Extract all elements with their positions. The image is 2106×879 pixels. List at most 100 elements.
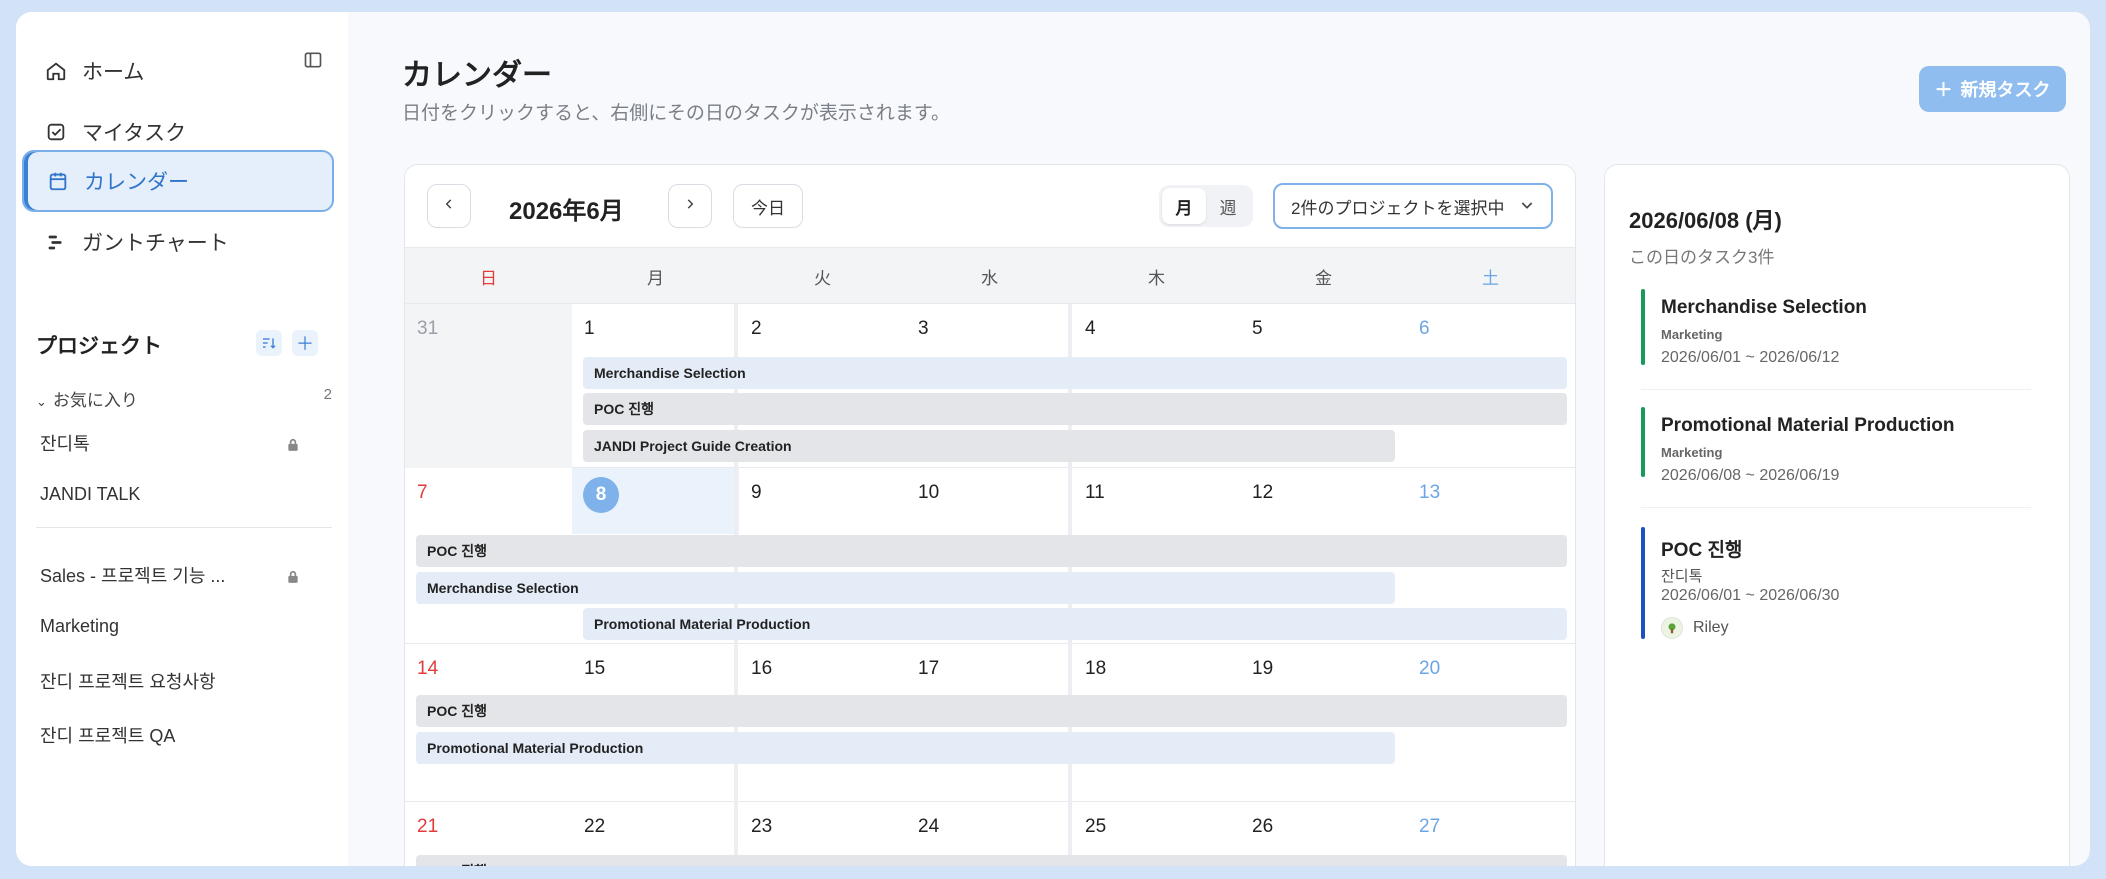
sort-icon[interactable] — [256, 330, 282, 356]
day-number[interactable]: 26 — [1252, 816, 1273, 838]
add-project-icon[interactable]: ＋ — [292, 330, 318, 356]
calendar-card: 2026年6月 今日 月 週 2件のプロジェクトを選択中 日 月 火 水 木 金… — [404, 164, 1576, 866]
day-number[interactable]: 3 — [918, 318, 929, 340]
chevron-down-icon: ⌄ — [36, 394, 47, 409]
view-month-tab[interactable]: 月 — [1162, 188, 1206, 224]
project-item[interactable]: Marketing — [40, 616, 300, 637]
favorites-count: 2 — [323, 386, 332, 403]
project-item[interactable]: 잔디 프로젝트 요청사항 — [40, 668, 300, 694]
sidebar-item-label: マイタスク — [82, 122, 187, 145]
sidebar-divider — [36, 527, 332, 528]
task-bar[interactable]: POC 진행 — [416, 535, 1567, 567]
favorites-toggle[interactable]: ⌄ お気に入り 2 — [36, 386, 332, 411]
day-number[interactable]: 21 — [417, 816, 438, 838]
today-button[interactable]: 今日 — [733, 184, 803, 228]
day-number[interactable]: 19 — [1252, 658, 1273, 680]
day-number[interactable]: 6 — [1419, 318, 1430, 340]
lock-icon — [286, 436, 300, 451]
day-number[interactable]: 7 — [417, 482, 428, 504]
project-name: 잔디톡 — [40, 434, 90, 454]
day-number[interactable]: 5 — [1252, 318, 1263, 340]
task-count: この日のタスク3件 — [1629, 248, 1775, 267]
task-title: Promotional Material Production — [1661, 415, 1955, 436]
weekday-label: 金 — [1315, 269, 1332, 288]
page-title: カレンダー — [402, 59, 552, 92]
day-number[interactable]: 18 — [1085, 658, 1106, 680]
task-bar[interactable]: Merchandise Selection — [583, 357, 1567, 389]
weekday-label: 日 — [480, 269, 497, 288]
chevron-right-icon — [683, 197, 697, 216]
task-assignee: Riley — [1661, 617, 1729, 639]
task-project: Marketing — [1661, 327, 1723, 342]
task-project: 잔디톡 — [1661, 568, 1703, 585]
project-actions: ＋ — [256, 330, 318, 356]
task-accent — [1641, 289, 1645, 365]
calendar-week: 31 1 2 3 4 5 6 Merchandise Selection POC… — [405, 304, 1575, 468]
task-bar[interactable]: Promotional Material Production — [416, 732, 1395, 764]
task-accent — [1641, 527, 1645, 639]
app-window: ホーム マイタスク カレンダー ガントチャート プロジェクト ＋ ⌄ お気に入り… — [16, 12, 2090, 866]
project-name: Marketing — [40, 616, 120, 636]
project-item[interactable]: JANDI TALK — [40, 484, 300, 505]
project-item[interactable]: 잔디 프로젝트 QA — [40, 722, 300, 748]
next-month-button[interactable] — [668, 184, 712, 228]
favorites-label: お気に入り — [52, 391, 138, 410]
sidebar-item-home[interactable]: ホーム — [22, 40, 334, 102]
lock-icon — [286, 568, 300, 583]
day-number[interactable]: 15 — [584, 658, 605, 680]
task-bar[interactable]: Merchandise Selection — [416, 572, 1395, 604]
task-bar[interactable]: Promotional Material Production — [583, 608, 1567, 640]
task-bar[interactable]: POC 진행 — [416, 855, 1567, 866]
day-number[interactable]: 22 — [584, 816, 605, 838]
day-number[interactable]: 12 — [1252, 482, 1273, 504]
sidebar-item-gantt[interactable]: ガントチャート — [22, 211, 334, 273]
day-number[interactable]: 25 — [1085, 816, 1106, 838]
task-card[interactable]: POC 진행 잔디톡 2026/06/01 ~ 2026/06/30 Riley — [1641, 527, 2031, 647]
sidebar-item-label: ガントチャート — [82, 232, 229, 255]
project-name: 잔디 프로젝트 요청사항 — [40, 672, 216, 692]
calendar-week: 14 15 16 17 18 19 20 POC 진행 Promotional … — [405, 644, 1575, 802]
day-number[interactable]: 17 — [918, 658, 939, 680]
day-number[interactable]: 14 — [417, 658, 438, 680]
project-item[interactable]: 잔디톡 — [40, 430, 300, 456]
project-item[interactable]: Sales - 프로젝트 기능 ... — [40, 562, 300, 588]
avatar — [1661, 617, 1683, 639]
sidebar-collapse-icon[interactable] — [303, 50, 325, 72]
project-select[interactable]: 2件のプロジェクトを選択中 — [1273, 183, 1553, 229]
day-number[interactable]: 16 — [751, 658, 772, 680]
weekday-label: 木 — [1148, 269, 1165, 288]
day-number[interactable]: 27 — [1419, 816, 1440, 838]
day-number[interactable]: 24 — [918, 816, 939, 838]
day-number[interactable]: 10 — [918, 482, 939, 504]
plus-icon: ＋ — [1934, 80, 1953, 100]
prev-month-button[interactable] — [427, 184, 471, 228]
day-number[interactable]: 31 — [417, 318, 438, 340]
calendar-week: 21 22 23 24 25 26 27 POC 진행 — [405, 802, 1575, 866]
day-number[interactable]: 13 — [1419, 482, 1440, 504]
day-number[interactable]: 9 — [751, 482, 762, 504]
view-week-tab[interactable]: 週 — [1206, 188, 1250, 224]
home-icon — [44, 59, 68, 83]
day-number[interactable]: 20 — [1419, 658, 1440, 680]
day-number[interactable]: 11 — [1085, 482, 1105, 504]
task-bar[interactable]: POC 진행 — [416, 695, 1567, 727]
calendar-week: 7 8 9 10 11 12 13 POC 진행 Merchandise Sel… — [405, 468, 1575, 644]
new-task-button[interactable]: ＋ 新規タスク — [1919, 66, 2066, 112]
day-number[interactable]: 23 — [751, 816, 772, 838]
task-project: Marketing — [1661, 445, 1723, 460]
day-number[interactable]: 1 — [584, 318, 595, 340]
day-number[interactable]: 2 — [751, 318, 762, 340]
task-card[interactable]: Promotional Material Production Marketin… — [1641, 407, 2031, 525]
calendar-icon — [46, 169, 70, 193]
task-card[interactable]: Merchandise Selection Marketing 2026/06/… — [1641, 289, 2031, 407]
task-bar[interactable]: POC 진행 — [583, 393, 1567, 425]
day-number[interactable]: 4 — [1085, 318, 1096, 340]
sidebar-item-label: ホーム — [82, 61, 145, 84]
sidebar-item-calendar[interactable]: カレンダー — [22, 150, 334, 212]
task-bar[interactable]: JANDI Project Guide Creation — [583, 430, 1395, 462]
view-toggle: 月 週 — [1159, 185, 1253, 227]
project-select-value: 2件のプロジェクトを選択中 — [1291, 198, 1505, 218]
day-number-selected[interactable]: 8 — [583, 477, 619, 513]
month-label: 2026年6月 — [509, 198, 624, 225]
weekday-label: 水 — [981, 269, 998, 288]
